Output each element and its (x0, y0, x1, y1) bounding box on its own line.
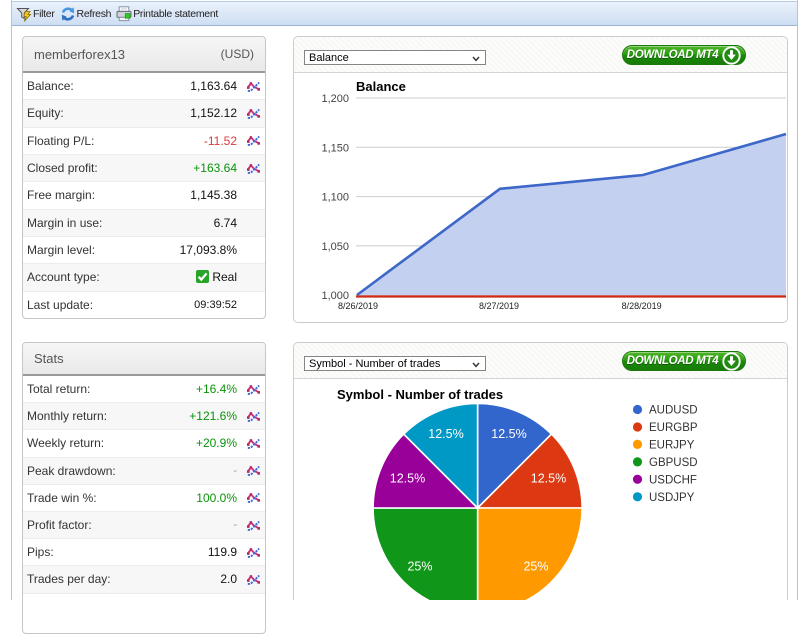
svg-text:8/27/2019: 8/27/2019 (479, 301, 519, 311)
svg-text:12.5%: 12.5% (531, 472, 566, 486)
svg-text:25%: 25% (407, 560, 432, 574)
svg-text:Balance: Balance (356, 79, 406, 94)
svg-text:8/28/2019: 8/28/2019 (622, 301, 662, 311)
svg-text:1,200: 1,200 (321, 93, 349, 105)
svg-text:Symbol - Number of trades: Symbol - Number of trades (337, 387, 503, 402)
svg-text:1,150: 1,150 (321, 142, 349, 154)
svg-text:USDJPY: USDJPY (649, 492, 695, 504)
svg-text:1,050: 1,050 (321, 241, 349, 253)
svg-text:AUDUSD: AUDUSD (649, 405, 698, 417)
svg-text:EURJPY: EURJPY (649, 439, 695, 451)
svg-text:25%: 25% (523, 560, 548, 574)
svg-text:8/26/2019: 8/26/2019 (338, 301, 378, 311)
svg-text:12.5%: 12.5% (491, 427, 526, 441)
svg-text:1,100: 1,100 (321, 192, 349, 204)
svg-text:USDCHF: USDCHF (649, 474, 697, 486)
svg-text:12.5%: 12.5% (390, 472, 425, 486)
svg-text:12.5%: 12.5% (428, 427, 463, 441)
svg-text:EURGBP: EURGBP (649, 422, 698, 434)
svg-text:GBPUSD: GBPUSD (649, 457, 698, 469)
